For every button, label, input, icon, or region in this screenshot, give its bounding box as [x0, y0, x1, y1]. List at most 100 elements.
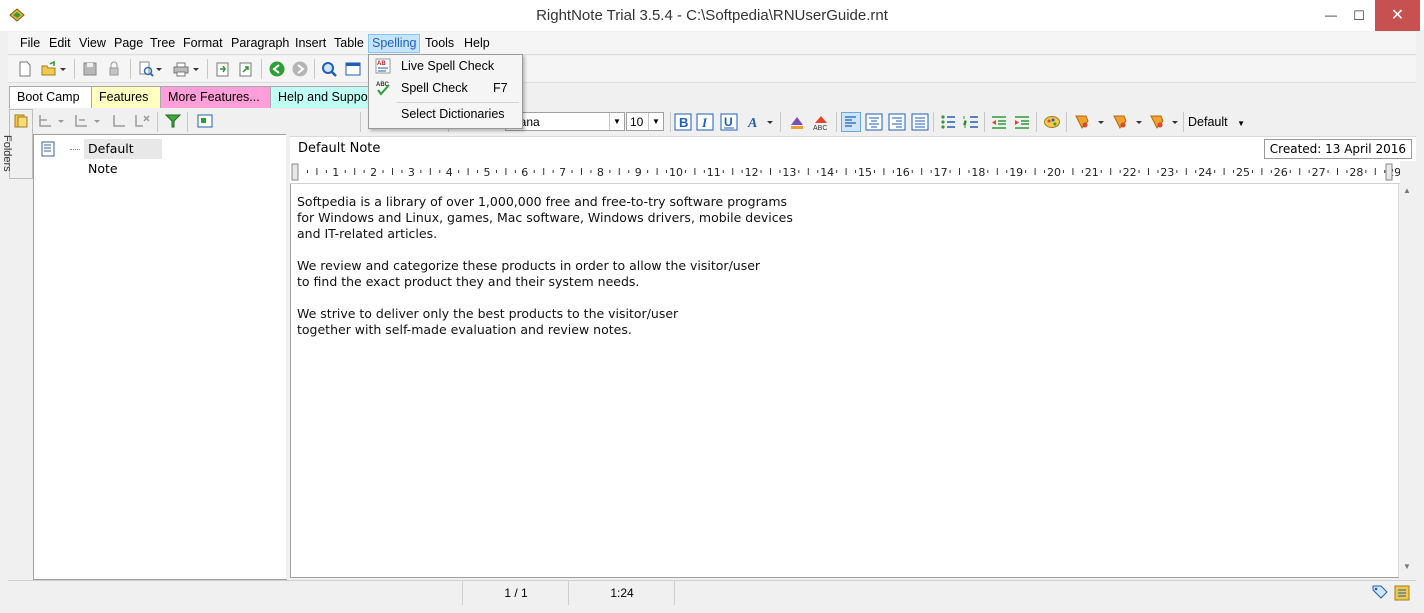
print-icon[interactable] — [172, 60, 190, 78]
spell-abc-icon[interactable]: ABC — [812, 113, 830, 132]
menu-item-select-dictionaries[interactable]: Select Dictionaries — [371, 104, 520, 125]
close-button[interactable]: ✕ — [1375, 0, 1420, 31]
window-title: RightNote Trial 3.5.4 - C:\Softpedia\RNU… — [536, 7, 888, 24]
italic-icon[interactable]: I — [696, 113, 714, 131]
menu-file[interactable]: File — [17, 35, 43, 52]
tag-icon[interactable] — [1111, 113, 1129, 131]
menu-format[interactable]: Format — [180, 35, 226, 52]
menu-item-spell-check[interactable]: ABC Spell Check F7 — [371, 78, 520, 99]
font-size-combo[interactable]: 10 ▼ — [626, 112, 664, 131]
ruler[interactable]: 1 2 3 4 5 6 7 8 9 10 11 12 13 14 15 16 17 18 19 20 21 22 23 24 2… — [290, 161, 1401, 184]
add-child-dropdown-icon[interactable] — [93, 112, 101, 130]
delete-node-icon[interactable] — [133, 112, 151, 130]
scroll-up-icon[interactable]: ▲ — [1403, 186, 1411, 195]
tree-view-icon[interactable] — [196, 112, 214, 130]
font-name-combo[interactable]: rdana ▼ — [505, 112, 625, 131]
chevron-down-icon[interactable]: ▼ — [648, 113, 663, 130]
add-node-dropdown-icon[interactable] — [57, 112, 65, 130]
export-icon[interactable] — [237, 60, 255, 78]
ruler-number: 1 — [332, 166, 339, 179]
notes-status-icon[interactable] — [1393, 584, 1411, 602]
chevron-down-icon[interactable]: ▼ — [609, 113, 624, 130]
search-icon[interactable] — [320, 60, 338, 78]
svg-text:A: A — [747, 116, 757, 131]
menu-paragraph[interactable]: Paragraph — [228, 35, 292, 52]
menu-insert[interactable]: Insert — [292, 35, 329, 52]
align-right-icon[interactable] — [888, 113, 906, 131]
marker-dropdown-icon[interactable] — [1097, 113, 1105, 131]
numbered-list-icon[interactable] — [962, 113, 980, 131]
font-color-icon[interactable]: A — [746, 113, 764, 131]
menu-tree[interactable]: Tree — [147, 35, 178, 52]
folders-label: Folders — [1, 135, 13, 172]
indent-decrease-icon[interactable] — [990, 113, 1008, 131]
ruler-number: 23 — [1160, 166, 1174, 179]
vertical-scrollbar[interactable]: ▲ ▼ — [1398, 184, 1416, 577]
menu-edit[interactable]: Edit — [46, 35, 74, 52]
ruler-number: 15 — [858, 166, 872, 179]
find-icon[interactable] — [137, 60, 155, 78]
menu-view[interactable]: View — [76, 35, 109, 52]
marker-icon[interactable] — [1073, 113, 1091, 131]
add-node-icon[interactable] — [37, 112, 55, 130]
tab-more-features[interactable]: More Features... — [160, 86, 273, 108]
back-icon[interactable] — [268, 60, 286, 78]
tab-help-and-support[interactable]: Help and Suppor — [270, 86, 379, 108]
lock-icon[interactable] — [105, 60, 123, 78]
menu-help[interactable]: Help — [461, 35, 493, 52]
bullet-list-icon[interactable] — [939, 113, 957, 131]
view-icon[interactable] — [344, 60, 362, 78]
folders-panel-tab[interactable]: Folders — [1, 109, 33, 179]
label-icon[interactable] — [1148, 113, 1166, 131]
tree-item-default-note[interactable]: Default Note — [38, 139, 162, 176]
menu-table[interactable]: Table — [331, 35, 367, 52]
palette-icon[interactable] — [1043, 113, 1061, 131]
bold-icon[interactable]: B — [674, 113, 692, 131]
import-icon[interactable] — [214, 60, 232, 78]
tag-dropdown-icon[interactable] — [1135, 113, 1143, 131]
menu-tools[interactable]: Tools — [422, 35, 457, 52]
tab-features[interactable]: Features — [91, 86, 163, 108]
highlight-icon[interactable] — [788, 113, 806, 131]
font-color-dropdown-icon[interactable] — [766, 113, 774, 131]
status-page: 1 / 1 — [462, 581, 569, 605]
move-node-icon[interactable] — [111, 112, 129, 130]
open-dropdown-icon[interactable] — [59, 60, 67, 78]
menu-spelling[interactable]: Spelling — [368, 34, 421, 53]
scroll-down-icon[interactable]: ▼ — [1403, 562, 1411, 571]
ruler-number: 7 — [559, 166, 566, 179]
save-icon[interactable] — [81, 60, 99, 78]
label-dropdown-icon[interactable] — [1171, 113, 1179, 131]
align-center-icon[interactable] — [865, 113, 883, 131]
new-file-icon[interactable] — [16, 60, 34, 78]
note-title[interactable]: Default Note — [298, 141, 380, 156]
ruler-number: 17 — [934, 166, 948, 179]
menu-page[interactable]: Page — [111, 35, 146, 52]
ruler-number: 19 — [1009, 166, 1023, 179]
tree-toolbar — [33, 109, 285, 133]
minimize-button[interactable]: — — [1320, 0, 1342, 31]
menu-item-label: Spell Check — [401, 81, 468, 95]
paragraph-style-dropdown[interactable]: Default ▼ — [1188, 113, 1245, 131]
indent-increase-icon[interactable] — [1013, 113, 1031, 131]
note-body-text[interactable]: Softpedia is a library of over 1,000,000… — [297, 194, 793, 338]
align-left-icon[interactable] — [841, 112, 861, 132]
font-size-value: 10 — [630, 115, 644, 129]
note-editor[interactable]: Softpedia is a library of over 1,000,000… — [290, 184, 1399, 578]
status-message — [674, 581, 1365, 605]
menu-item-live-spell-check[interactable]: AB Live Spell Check — [371, 56, 520, 77]
find-dropdown-icon[interactable] — [155, 60, 163, 78]
maximize-button[interactable]: ☐ — [1348, 0, 1370, 31]
add-child-icon[interactable] — [73, 112, 91, 130]
justify-icon[interactable] — [911, 113, 929, 131]
menu-item-shortcut: F7 — [493, 81, 508, 95]
ruler-number: 28 — [1349, 166, 1363, 179]
tab-boot-camp[interactable]: Boot Camp — [9, 86, 94, 108]
open-folder-icon[interactable] — [40, 60, 58, 78]
underline-icon[interactable]: U — [720, 113, 738, 131]
panel-splitter[interactable] — [286, 109, 289, 579]
filter-icon[interactable] — [164, 112, 182, 130]
forward-icon[interactable] — [291, 60, 309, 78]
tag-status-icon[interactable] — [1371, 584, 1389, 602]
print-dropdown-icon[interactable] — [192, 60, 200, 78]
